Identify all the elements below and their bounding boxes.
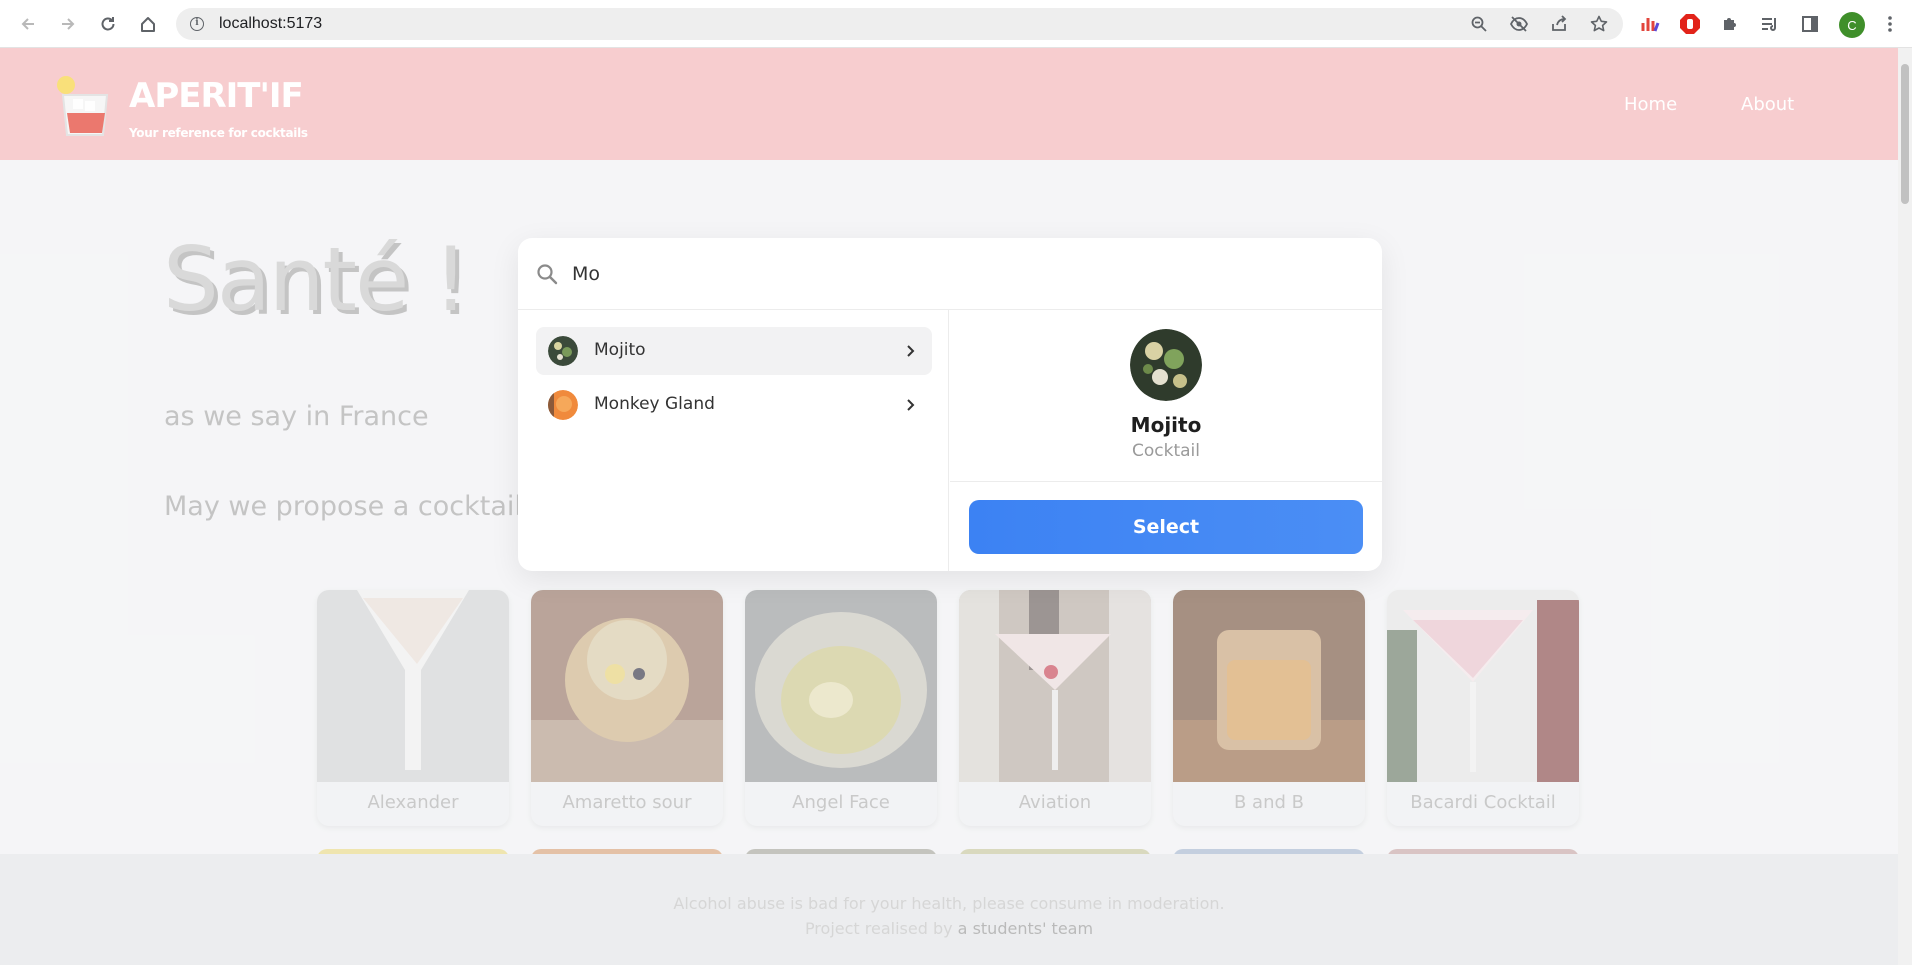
zoom-icon[interactable] [1469,14,1489,34]
bookmark-star-icon[interactable] [1589,14,1609,34]
reload-icon[interactable] [96,12,120,36]
page-viewport: APERIT'IF Your reference for cocktails H… [0,48,1898,965]
search-icon [537,264,558,285]
chevron-right-icon [907,399,915,411]
search-bar [518,238,1382,310]
result-thumbnail [548,336,578,366]
address-bar[interactable]: i localhost:5173 [176,8,1623,40]
search-input[interactable] [572,258,1352,290]
scrollbar-thumb[interactable] [1901,64,1909,204]
side-panel-icon[interactable] [1799,13,1821,35]
forward-icon[interactable] [56,12,80,36]
search-result-mojito[interactable]: Mojito [536,327,932,375]
result-label: Mojito [594,340,646,360]
select-button[interactable]: Select [969,500,1363,554]
search-dialog: Mojito Monkey Gland [518,238,1382,571]
back-icon[interactable] [16,12,40,36]
browser-toolbar: i localhost:5173 C [0,0,1912,48]
reading-list-icon[interactable] [1759,13,1781,35]
extension-adblock-icon[interactable] [1679,13,1701,35]
home-icon[interactable] [136,12,160,36]
site-info-icon[interactable]: i [190,17,204,31]
preview-divider [950,481,1382,482]
preview-name: Mojito [1130,413,1202,437]
preview-image [1130,329,1202,401]
eye-off-icon[interactable] [1509,14,1529,34]
search-results-list: Mojito Monkey Gland [518,310,949,571]
result-thumbnail [548,390,578,420]
search-result-monkey-gland[interactable]: Monkey Gland [536,381,932,429]
profile-avatar[interactable]: C [1839,12,1865,38]
browser-menu-icon[interactable] [1879,13,1901,35]
chevron-right-icon [907,345,915,357]
page-scrollbar[interactable] [1898,48,1912,965]
result-label: Monkey Gland [594,394,715,414]
share-icon[interactable] [1549,14,1569,34]
extension-chart-icon[interactable] [1639,13,1661,35]
result-preview-panel: Mojito Cocktail Select [950,310,1382,571]
preview-type: Cocktail [1132,441,1200,461]
url-text: localhost:5173 [219,15,323,32]
extensions-puzzle-icon[interactable] [1719,13,1741,35]
